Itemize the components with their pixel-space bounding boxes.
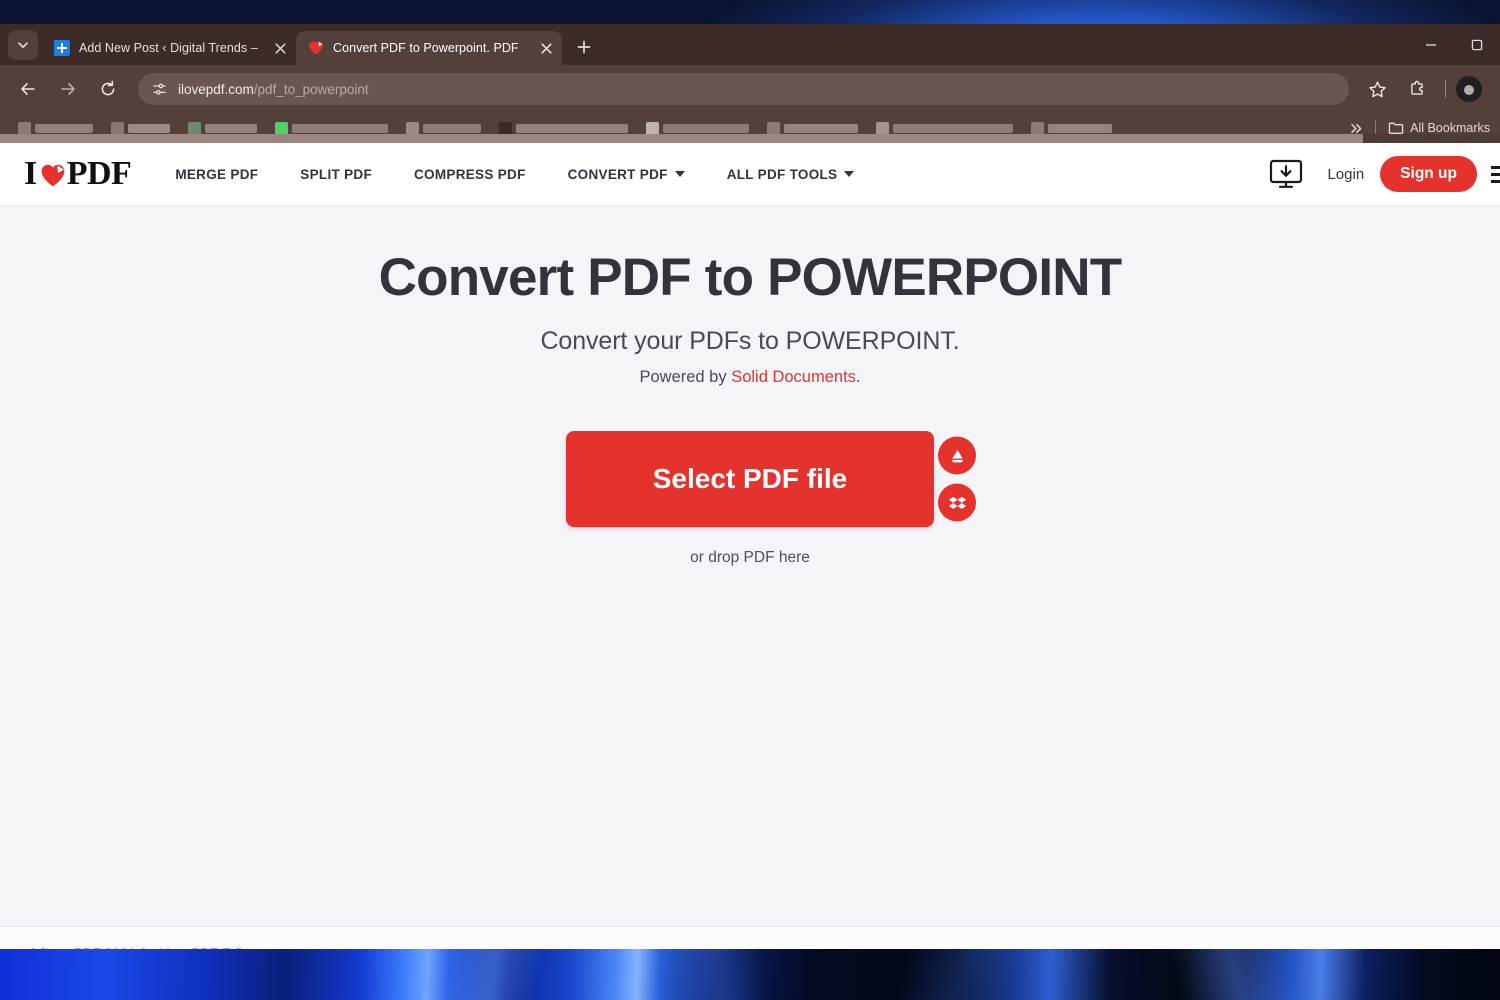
forward-button[interactable] (52, 73, 84, 105)
nav-item-compress-pdf[interactable]: COMPRESS PDF (414, 167, 526, 182)
chevron-down-icon (18, 42, 28, 49)
dropbox-icon (948, 496, 966, 509)
maximize-icon (1471, 39, 1483, 50)
url-path: /pdf_to_powerpoint (253, 81, 369, 97)
tab-title: Convert PDF to Powerpoint. PDF (333, 41, 519, 55)
new-tab-button[interactable] (570, 33, 598, 61)
toolbar-divider (1445, 80, 1446, 98)
forward-arrow-icon (61, 83, 75, 95)
star-icon (1368, 81, 1386, 97)
window-controls (1408, 24, 1500, 65)
dropbox-button[interactable] (938, 483, 976, 522)
scrollbar-thumb[interactable] (0, 134, 1363, 143)
google-drive-icon (951, 449, 963, 463)
nav-label: MERGE PDF (175, 166, 259, 182)
chevron-down-icon (844, 171, 855, 177)
login-link[interactable]: Login (1327, 166, 1364, 183)
all-bookmarks-label: All Bookmarks (1410, 121, 1490, 135)
maximize-button[interactable] (1454, 24, 1500, 65)
hero-section: Convert PDF to POWERPOINT Convert your P… (0, 206, 1500, 567)
logo-text-left: I (24, 155, 37, 192)
back-button[interactable] (12, 73, 44, 105)
browser-tab-2[interactable]: Convert PDF to Powerpoint. PDF (296, 31, 562, 65)
footer-copyright: © iLovePDF 2024 ® - Your PDF Editor (28, 946, 257, 950)
cloud-import-buttons (938, 436, 976, 522)
tab-close-button[interactable] (270, 38, 290, 58)
nav-label: CONVERT PDF (567, 166, 668, 182)
select-pdf-file-button[interactable]: Select PDF file (566, 431, 934, 528)
heart-icon (40, 163, 66, 188)
site-header-actions: Login Sign up (1267, 156, 1500, 192)
page-title: Convert PDF to POWERPOINT (378, 248, 1122, 307)
nav-label: COMPRESS PDF (414, 166, 526, 182)
toolbar-right-actions (1357, 73, 1492, 949)
powered-prefix: Powered by (639, 368, 732, 387)
address-bar[interactable]: ilovepdf.com/pdf_to_powerpoint (138, 73, 1349, 105)
monitor-download-icon[interactable] (1267, 158, 1305, 190)
hamburger-menu-icon[interactable] (1491, 165, 1500, 183)
drop-hint-text: or drop PDF here (690, 549, 810, 567)
signup-button[interactable]: Sign up (1380, 156, 1477, 192)
close-icon (274, 42, 286, 54)
nav-item-convert-pdf[interactable]: CONVERT PDF (568, 167, 685, 182)
close-icon (540, 42, 552, 54)
file-picker-row: Select PDF file (0, 431, 1500, 528)
avatar[interactable] (1456, 76, 1482, 949)
back-arrow-icon (21, 83, 35, 95)
site-header: I PDF MERGE PDF SPLIT PDF COMPRESS PDF C… (0, 143, 1500, 206)
site-footer: © iLovePDF 2024 ® - Your PDF Editor (0, 926, 1500, 949)
wallpaper-top (0, 0, 1500, 24)
chevron-down-icon (674, 171, 685, 177)
minimize-icon (1426, 43, 1436, 46)
ilovepdf-logo[interactable]: I PDF (24, 155, 132, 193)
powered-by-text: Powered by Solid Documents. (0, 368, 1500, 387)
wallpaper-bottom (0, 948, 1500, 1000)
tab-search-button[interactable] (8, 30, 38, 60)
page-content: I PDF MERGE PDF SPLIT PDF COMPRESS PDF C… (0, 143, 1500, 949)
wordpress-icon (54, 40, 70, 56)
minimize-button[interactable] (1408, 24, 1454, 65)
browser-window: Add New Post ‹ Digital Trends – Convert … (0, 24, 1500, 949)
tab-close-button[interactable] (536, 38, 556, 58)
url-domain: ilovepdf.com (178, 81, 254, 97)
powered-suffix: . (855, 368, 861, 387)
browser-tab-1[interactable]: Add New Post ‹ Digital Trends – (42, 31, 296, 65)
tab-title: Add New Post ‹ Digital Trends – (79, 41, 258, 55)
address-bar-url: ilovepdf.com/pdf_to_powerpoint (178, 82, 369, 97)
site-nav: MERGE PDF SPLIT PDF COMPRESS PDF CONVERT… (175, 167, 1267, 182)
browser-toolbar: ilovepdf.com/pdf_to_powerpoint (0, 65, 1500, 949)
reload-icon (101, 80, 115, 96)
extensions-button[interactable] (1401, 73, 1433, 105)
nav-item-merge-pdf[interactable]: MERGE PDF (175, 167, 258, 182)
ilovepdf-heart-icon (308, 40, 324, 56)
nav-item-all-pdf-tools[interactable]: ALL PDF TOOLS (727, 167, 855, 182)
plus-icon (577, 40, 591, 54)
reload-button[interactable] (92, 73, 124, 105)
solid-documents-link[interactable]: Solid Documents (731, 368, 856, 386)
logo-text-right: PDF (66, 155, 132, 192)
site-settings-icon[interactable] (148, 78, 170, 100)
nav-item-split-pdf[interactable]: SPLIT PDF (300, 167, 372, 182)
google-drive-button[interactable] (938, 436, 976, 475)
nav-label: SPLIT PDF (300, 166, 372, 182)
bookmarks-bar: All Bookmarks (0, 113, 1500, 143)
page-subtitle: Convert your PDFs to POWERPOINT. (540, 327, 960, 356)
puzzle-piece-icon (1410, 80, 1423, 95)
tab-strip: Add New Post ‹ Digital Trends – Convert … (0, 24, 1500, 65)
nav-label: ALL PDF TOOLS (726, 166, 838, 182)
horizontal-scrollbar[interactable] (0, 134, 1500, 143)
bookmark-star-button[interactable] (1361, 73, 1393, 105)
